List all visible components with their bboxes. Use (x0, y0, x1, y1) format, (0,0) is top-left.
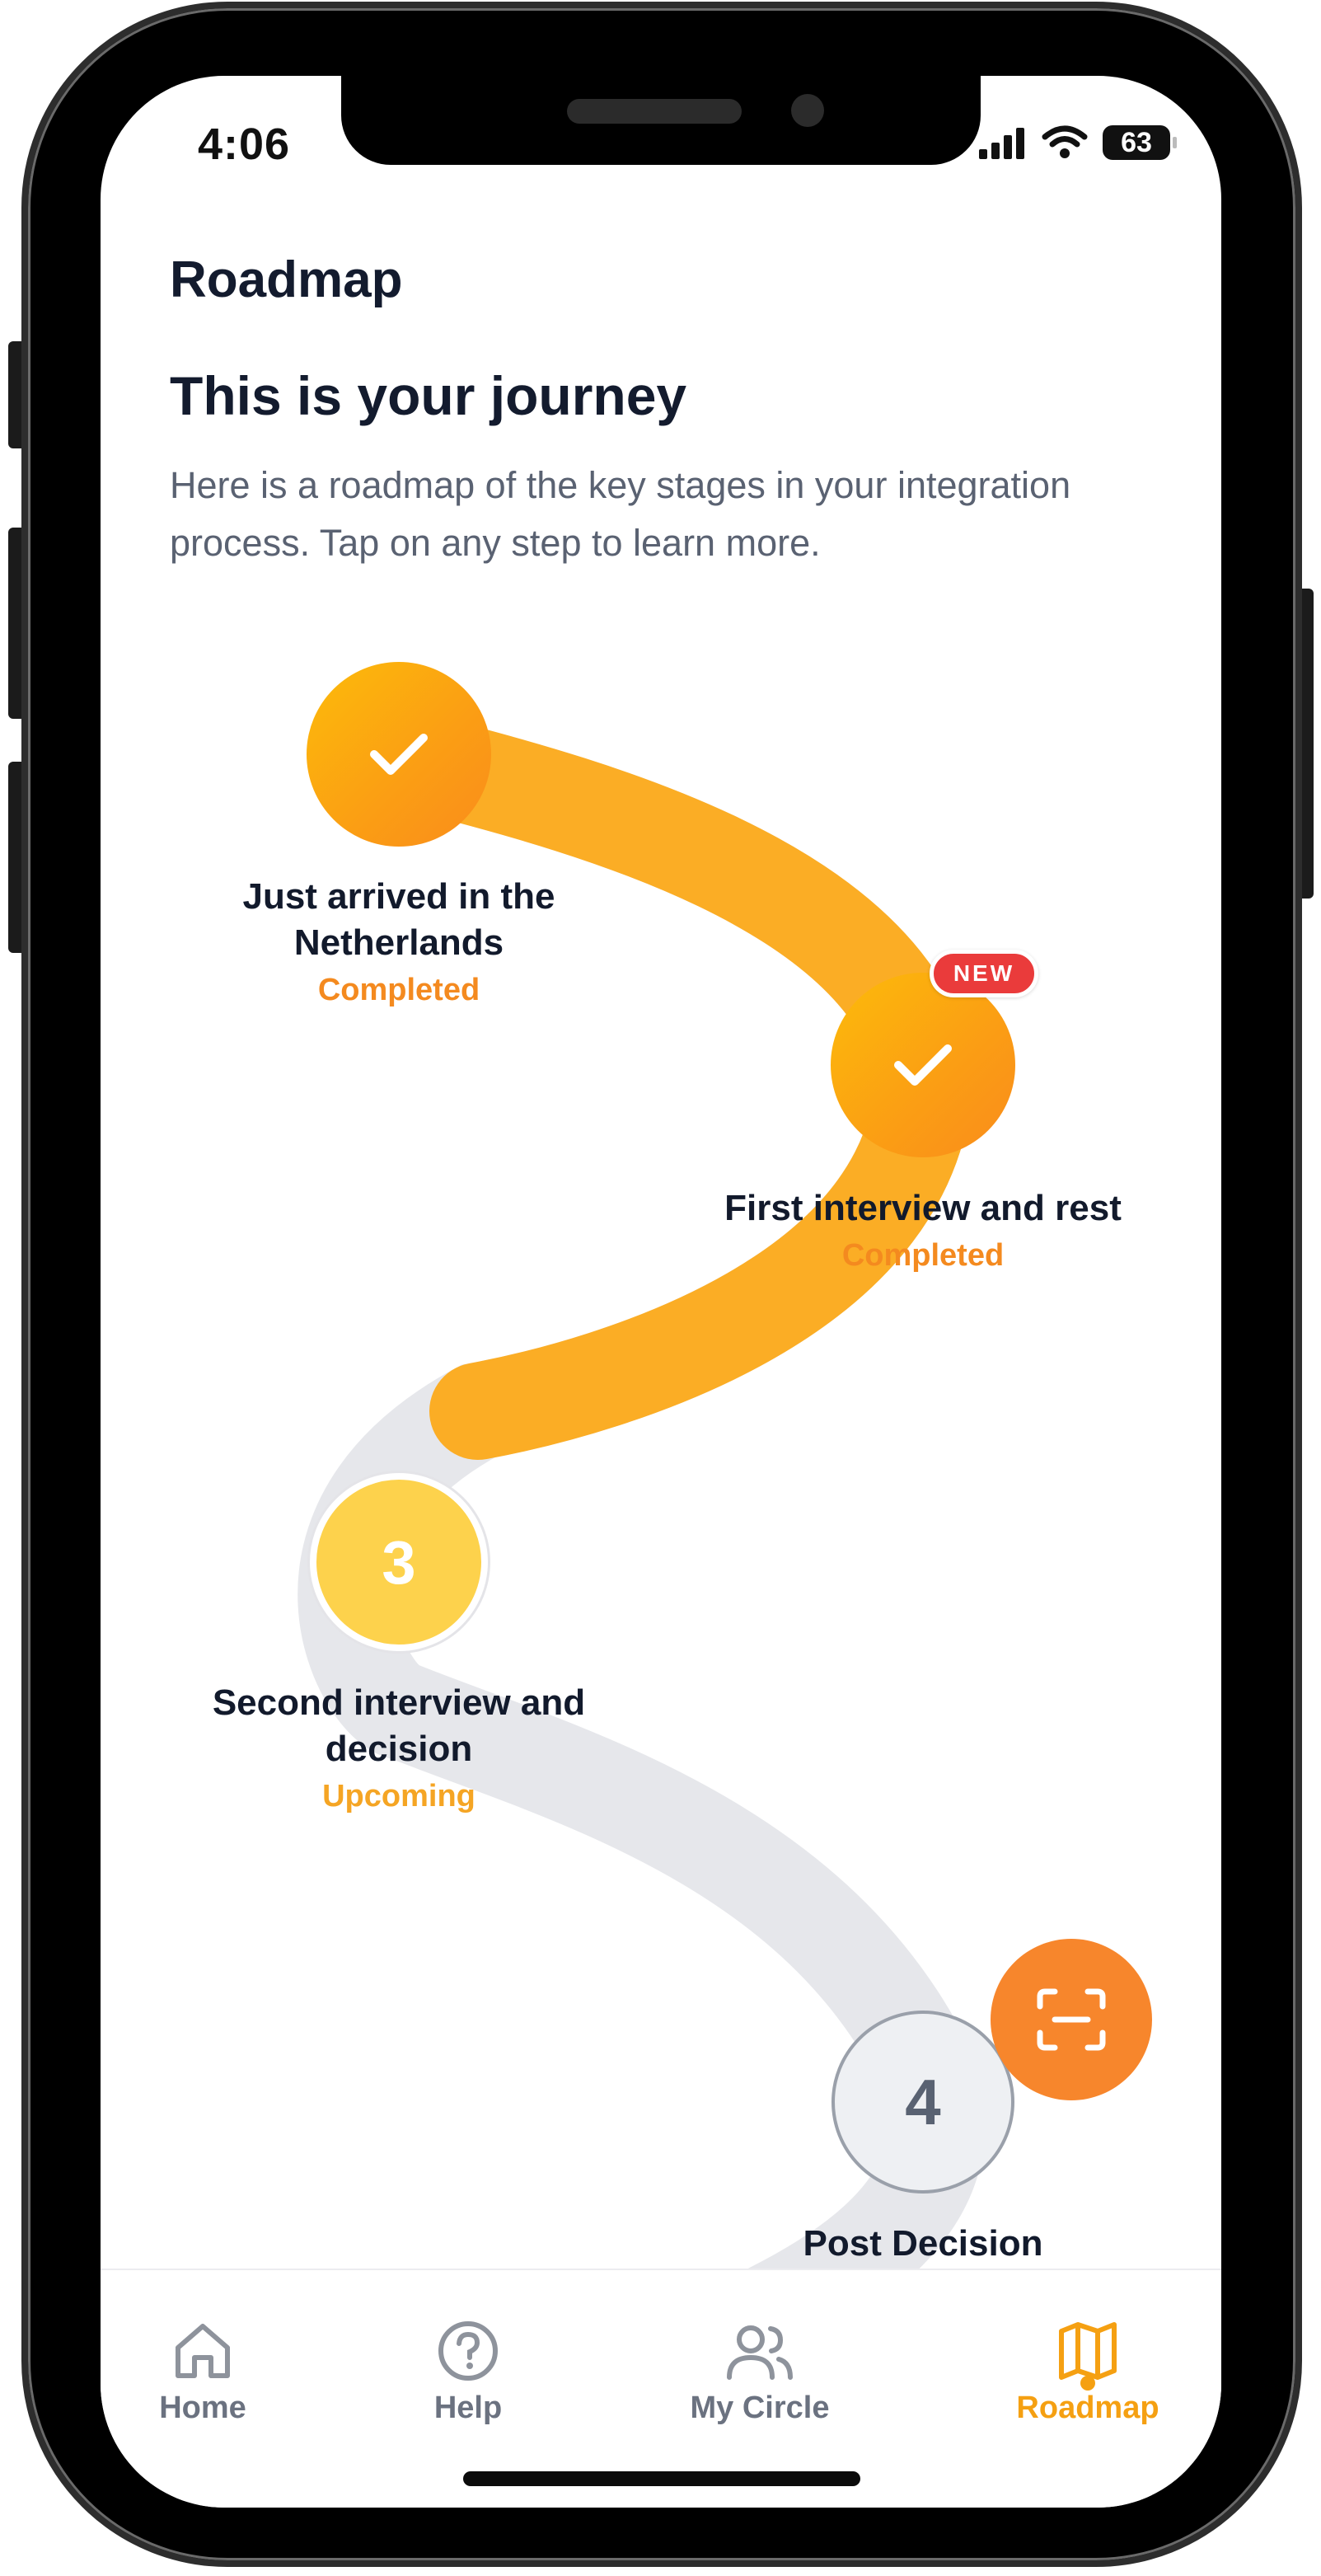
step-1-label[interactable]: Just arrived in the Netherlands Complete… (135, 874, 663, 1014)
tab-label: My Circle (690, 2391, 830, 2425)
step-2-node[interactable] (831, 973, 1015, 1157)
people-icon (727, 2325, 793, 2380)
status-time: 4:06 (198, 120, 291, 169)
home-icon (176, 2324, 230, 2378)
step-title: Second interview and decision (212, 1682, 586, 1769)
step-3-node[interactable]: 3 (310, 1473, 488, 1651)
front-camera (791, 94, 824, 127)
check-icon (370, 734, 428, 775)
journey-description: Here is a roadmap of the key stages in y… (170, 464, 1071, 564)
status-icons: 63 (977, 125, 1177, 160)
step-status: Completed (841, 1238, 1005, 1273)
step-title: First interview and rest (724, 1188, 1122, 1228)
app-screen: 4:06 63 Roadmap This is your journey Her… (101, 76, 1221, 2508)
step-title: Post Decision (803, 2223, 1043, 2264)
new-badge: NEW (930, 950, 1038, 997)
tab-home[interactable]: Home (101, 2318, 310, 2426)
tab-label: Home (159, 2391, 246, 2425)
tab-label: Help (433, 2391, 503, 2425)
tab-label: Roadmap (1016, 2391, 1159, 2425)
help-icon (438, 2321, 498, 2381)
step-2-label[interactable]: First interview and rest Completed (635, 1185, 1211, 1279)
home-indicator[interactable] (463, 2471, 860, 2486)
battery-indicator: 63 (1103, 125, 1177, 160)
active-tab-indicator (1080, 2376, 1095, 2391)
step-1-node[interactable] (307, 662, 491, 847)
page-title: Roadmap (170, 251, 403, 308)
step-3-label[interactable]: Second interview and decision Upcoming (152, 1680, 646, 1820)
step-number: 4 (905, 2065, 941, 2138)
notch (341, 76, 981, 165)
step-4-label[interactable]: Post Decision (659, 2221, 1187, 2267)
step-status: Upcoming (322, 1779, 475, 1814)
roadmap-path (297, 707, 986, 2433)
scan-icon (1037, 1988, 1106, 2051)
step-status: Completed (317, 973, 480, 1007)
wifi-icon (1042, 125, 1088, 158)
signal-icon (979, 128, 1024, 159)
step-number: 3 (382, 1527, 416, 1597)
step-title: Just arrived in the Netherlands (242, 876, 555, 963)
map-icon (1059, 2322, 1117, 2380)
check-icon (894, 1044, 952, 1086)
scan-button[interactable] (991, 1939, 1152, 2100)
tab-my-circle[interactable]: My Circle (653, 2318, 867, 2426)
step-4-node[interactable]: 4 (831, 2011, 1014, 2194)
tab-roadmap[interactable]: Roadmap (981, 2318, 1195, 2426)
tab-help[interactable]: Help (361, 2318, 575, 2426)
journey-heading: This is your journey (170, 365, 687, 426)
speaker-grille (567, 99, 742, 124)
